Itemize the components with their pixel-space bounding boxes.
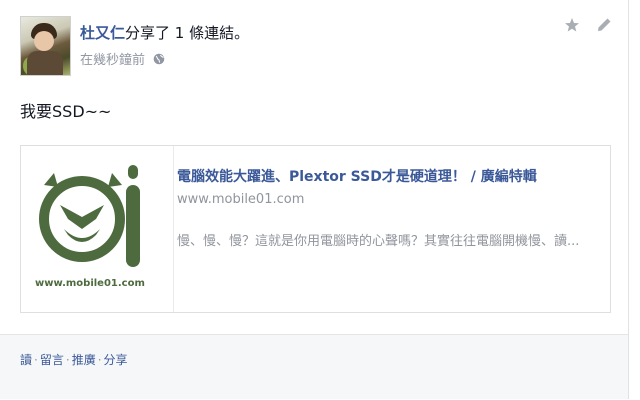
- attachment-domain: www.mobile01.com: [177, 192, 305, 207]
- story-meta: 在幾秒鐘前: [80, 49, 165, 68]
- pencil-icon[interactable]: [595, 16, 613, 34]
- mobile01-logo-icon: [39, 165, 140, 267]
- read-link[interactable]: 讀: [20, 353, 32, 367]
- avatar-face: [34, 31, 54, 51]
- attachment-divider: [173, 146, 174, 312]
- news-feed-story: 杜又仁分享了 1 條連結。 在幾秒鐘前 我要SSD~~ www.mobile01…: [0, 0, 629, 399]
- globe-icon[interactable]: [153, 53, 165, 65]
- attachment-description: 慢、慢、慢？這就是你用電腦時的心聲嗎？其實往往電腦開機慢、讀...: [177, 234, 580, 249]
- logo-caption: www.mobile01.com: [35, 278, 145, 289]
- author-avatar[interactable]: [20, 16, 71, 76]
- promote-link[interactable]: 推廣: [72, 353, 96, 367]
- separator: ·: [97, 353, 102, 367]
- separator: ·: [65, 353, 70, 367]
- avatar-body: [27, 51, 63, 75]
- separator: ·: [34, 353, 38, 367]
- story-headline: 杜又仁分享了 1 條連結。: [80, 22, 249, 43]
- story-footer: 讀 · 留言 · 推廣 · 分享: [0, 334, 628, 399]
- story-action-text: 分享了 1 條連結。: [125, 24, 250, 42]
- comment-link[interactable]: 留言: [40, 353, 64, 367]
- action-links: 讀 · 留言 · 推廣 · 分享: [20, 351, 128, 368]
- link-thumbnail[interactable]: www.mobile01.com: [22, 147, 172, 311]
- star-icon[interactable]: [563, 16, 581, 34]
- status-message: 我要SSD~~: [20, 102, 112, 121]
- timestamp-link[interactable]: 在幾秒鐘前: [80, 49, 145, 68]
- attachment-title-link[interactable]: 電腦效能大躍進、Plextor SSD才是硬道理！ / 廣編特輯: [177, 166, 537, 186]
- shared-link-attachment[interactable]: www.mobile01.com 電腦效能大躍進、Plextor SSD才是硬道…: [20, 145, 611, 313]
- author-name-link[interactable]: 杜又仁: [80, 24, 125, 42]
- share-link[interactable]: 分享: [104, 353, 128, 367]
